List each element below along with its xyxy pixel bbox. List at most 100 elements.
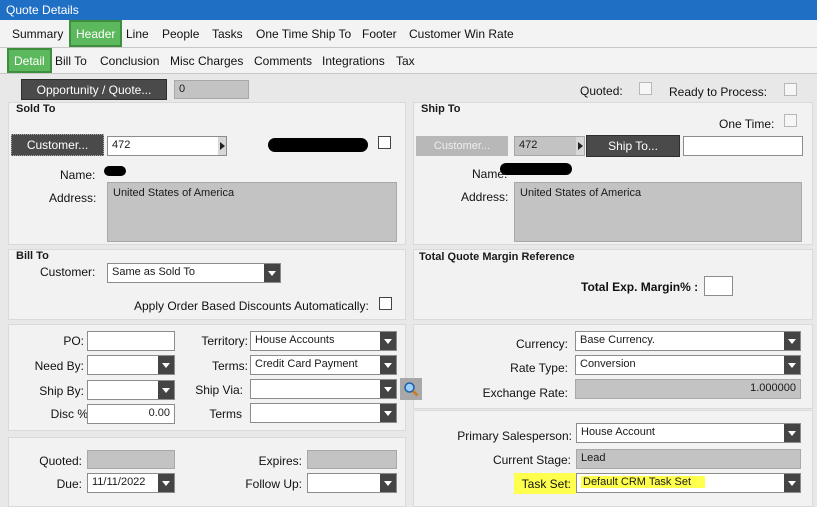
due-date-value: 11/11/2022 [92,476,146,488]
tab-one-time-ship-to[interactable]: One Time Ship To [256,20,351,47]
chevron-down-icon[interactable] [784,332,800,350]
main-tab-bar: Summary Header Line People Tasks One Tim… [0,20,817,48]
chevron-down-icon[interactable] [158,356,174,374]
primary-salesperson-dropdown[interactable]: House Account [576,423,801,443]
follow-up-field[interactable] [307,473,397,493]
dates-panel [8,437,406,507]
opportunity-quote-button[interactable]: Opportunity / Quote... [21,79,167,100]
terms-label: Terms: [212,359,248,373]
ship-to-field[interactable] [683,136,803,156]
tab-line[interactable]: Line [126,20,149,47]
ready-to-process-checkbox[interactable] [784,83,797,96]
ship-to-customer-id[interactable]: 472 [514,136,585,156]
sold-to-customer-id[interactable]: 472 [107,136,227,156]
quoted-checkbox[interactable] [639,82,652,95]
currency-label: Currency: [515,337,568,351]
chevron-down-icon[interactable] [380,332,396,350]
need-by-field[interactable] [87,355,175,375]
chevron-down-icon[interactable] [380,474,396,492]
ship-to-customer-button[interactable]: Customer... [416,136,508,156]
terms-value: Credit Card Payment [255,358,358,370]
ship-via-dropdown[interactable] [250,379,397,399]
chevron-down-icon[interactable] [380,380,396,398]
disc-field[interactable]: 0.00 [87,404,175,424]
tab-tasks[interactable]: Tasks [212,20,243,47]
tab-detail[interactable]: Detail [7,48,52,73]
ship-to-button[interactable]: Ship To... [586,135,680,157]
chevron-down-icon[interactable] [784,356,800,374]
expires-field[interactable] [307,450,397,469]
ship-to-address-label: Address: [461,190,509,204]
exchange-rate-field[interactable]: 1.000000 [575,379,801,399]
tab-footer[interactable]: Footer [362,20,397,47]
opportunity-quote-field[interactable]: 0 [174,80,249,99]
total-exp-margin-label: Total Exp. Margin% : [581,280,699,294]
task-set-value: Default CRM Task Set [581,476,706,488]
due-date-field[interactable]: 11/11/2022 [87,473,175,493]
expires-label: Expires: [258,454,302,468]
chevron-down-icon[interactable] [380,404,396,422]
ship-to-address-box[interactable]: United States of America [514,182,802,242]
quoted-date-label: Quoted: [39,454,82,468]
one-time-checkbox[interactable] [784,114,797,127]
quoted-label: Quoted: [580,84,623,98]
terms2-dropdown[interactable] [250,403,397,423]
redacted-customer-name [268,138,368,152]
redacted-sold-to-name [104,166,126,176]
sold-to-customer-button[interactable]: Customer... [11,134,104,156]
tab-customer-win-rate[interactable]: Customer Win Rate [409,20,514,47]
tab-conclusion[interactable]: Conclusion [100,48,159,73]
next-arrow-icon[interactable] [576,137,584,155]
bill-to-customer-label: Customer: [40,265,96,279]
task-set-label: Task Set: [521,477,571,491]
ship-by-field[interactable] [87,380,175,400]
task-set-dropdown[interactable]: Default CRM Task Set [576,473,801,493]
ship-to-title: Ship To [421,103,461,115]
sub-tab-bar: Detail Bill To Conclusion Misc Charges C… [0,48,817,74]
bill-to-customer-value: Same as Sold To [112,266,195,278]
due-label: Due: [56,477,82,491]
sold-to-checkbox[interactable] [378,136,391,149]
tab-integrations[interactable]: Integrations [322,48,385,73]
total-exp-margin-field[interactable] [704,276,733,296]
tab-summary[interactable]: Summary [12,20,63,47]
chevron-down-icon[interactable] [158,474,174,492]
redacted-ship-to-name [500,163,572,175]
quoted-date-field[interactable] [87,450,175,469]
po-field[interactable] [87,331,175,351]
rate-type-value: Conversion [580,358,636,370]
exchange-rate-label: Exchange Rate: [482,386,568,400]
tab-tax[interactable]: Tax [396,48,415,73]
apply-discounts-checkbox[interactable] [379,297,392,310]
bill-to-customer-dropdown[interactable]: Same as Sold To [107,263,281,283]
current-stage-label: Current Stage: [492,453,571,467]
chevron-down-icon[interactable] [380,356,396,374]
currency-dropdown[interactable]: Base Currency. [575,331,801,351]
sold-to-customer-id-text: 472 [112,139,131,151]
current-stage-field[interactable]: Lead [576,449,801,469]
sold-to-address-label: Address: [49,191,97,205]
search-icon[interactable] [400,378,422,400]
one-time-label: One Time: [719,117,775,131]
tab-misc-charges[interactable]: Misc Charges [170,48,243,73]
next-arrow-icon[interactable] [218,137,226,155]
primary-salesperson-value: House Account [581,426,655,438]
sold-to-address-box[interactable]: United States of America [107,182,397,242]
tab-comments[interactable]: Comments [254,48,312,73]
terms2-label: Terms [209,407,242,421]
margin-title: Total Quote Margin Reference [419,251,575,263]
rate-type-dropdown[interactable]: Conversion [575,355,801,375]
chevron-down-icon[interactable] [784,474,800,492]
tab-bill-to[interactable]: Bill To [55,48,87,73]
tab-header[interactable]: Header [69,20,123,47]
need-by-label: Need By: [34,359,84,373]
territory-dropdown[interactable]: House Accounts [250,331,397,351]
chevron-down-icon[interactable] [784,424,800,442]
chevron-down-icon[interactable] [158,381,174,399]
chevron-down-icon[interactable] [264,264,280,282]
ship-by-label: Ship By: [39,384,84,398]
terms-dropdown[interactable]: Credit Card Payment [250,355,397,375]
primary-salesperson-label: Primary Salesperson: [457,429,572,443]
territory-value: House Accounts [255,334,335,346]
tab-people[interactable]: People [162,20,199,47]
